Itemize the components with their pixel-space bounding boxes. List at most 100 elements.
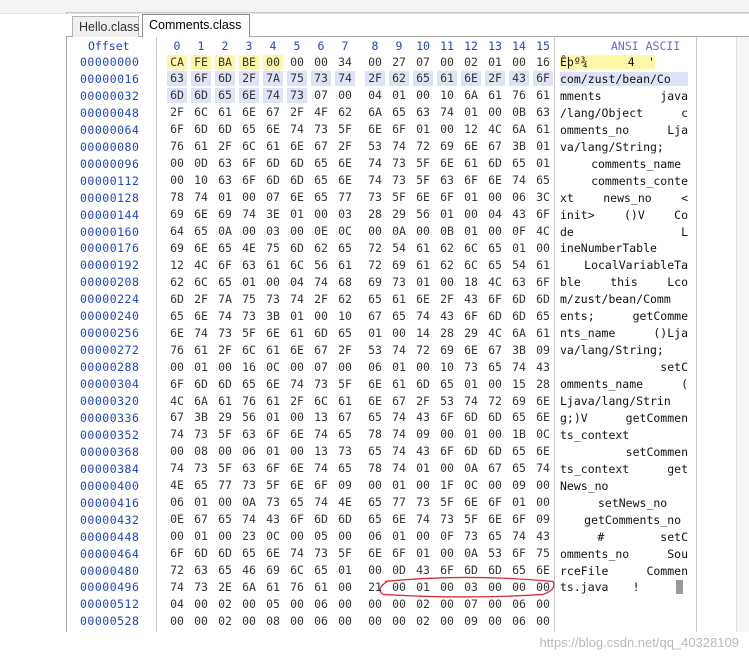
hex-byte[interactable]: 72 — [365, 258, 385, 273]
hex-byte[interactable]: 65 — [365, 444, 385, 459]
hex-byte[interactable]: 74 — [311, 427, 331, 442]
hex-byte[interactable]: 5F — [215, 427, 235, 442]
hex-byte[interactable]: 4E — [239, 241, 259, 256]
hex-byte[interactable]: 09 — [533, 343, 553, 358]
hex-byte[interactable]: 62 — [437, 258, 457, 273]
hex-byte[interactable]: 74 — [191, 326, 211, 341]
hex-byte[interactable]: 65 — [239, 377, 259, 392]
hex-byte[interactable]: 10 — [191, 173, 211, 188]
hex-byte[interactable]: 74 — [437, 105, 457, 120]
hex-byte[interactable]: 6D — [167, 88, 187, 104]
hex-byte[interactable]: 53 — [365, 139, 385, 154]
hex-byte[interactable]: 78 — [365, 461, 385, 476]
hex-byte[interactable]: 6E — [263, 377, 283, 392]
hex-byte[interactable]: 00 — [365, 478, 385, 493]
hex-byte[interactable]: 00 — [389, 614, 409, 629]
hex-byte[interactable]: 74 — [215, 309, 235, 324]
hex-byte[interactable]: 6D — [287, 156, 307, 171]
hex-byte[interactable]: 10 — [437, 360, 457, 375]
hex-byte[interactable]: 00 — [437, 461, 457, 476]
hex-byte[interactable]: 74 — [335, 71, 355, 87]
hex-byte[interactable]: 6D — [461, 410, 481, 425]
hex-byte[interactable]: 07 — [461, 597, 481, 612]
ascii-text[interactable]: ts_context — [560, 428, 688, 442]
hex-byte[interactable]: 01 — [365, 326, 385, 341]
hex-byte[interactable]: 00 — [437, 597, 457, 612]
hex-byte[interactable]: 0D — [191, 156, 211, 171]
hex-byte[interactable]: 6D — [287, 173, 307, 188]
hex-byte[interactable]: 4E — [167, 478, 187, 493]
hex-byte[interactable]: 00 — [263, 54, 283, 70]
hex-byte[interactable]: 29 — [215, 410, 235, 425]
hex-byte[interactable]: 04 — [287, 275, 307, 290]
hex-byte[interactable]: 00 — [335, 597, 355, 612]
hex-byte[interactable]: 65 — [335, 326, 355, 341]
hex-byte[interactable]: 00 — [287, 360, 307, 375]
hex-byte[interactable]: 34 — [335, 55, 355, 70]
hex-byte[interactable]: 00 — [485, 190, 505, 205]
ascii-text[interactable]: /lang/Object c — [560, 106, 688, 120]
hex-byte[interactable]: 6F — [389, 122, 409, 137]
hex-byte[interactable]: 00 — [533, 495, 553, 510]
hex-byte[interactable]: 74 — [311, 275, 331, 290]
hex-byte[interactable]: 73 — [461, 360, 481, 375]
hex-byte[interactable]: 6D — [191, 122, 211, 137]
hex-byte[interactable]: 67 — [263, 105, 283, 120]
hex-byte[interactable]: 00 — [167, 173, 187, 188]
hex-byte[interactable]: 65 — [311, 173, 331, 188]
ascii-text[interactable]: mments java — [560, 89, 688, 103]
hex-byte[interactable]: 61 — [533, 88, 553, 103]
ascii-text[interactable]: comments_conte — [560, 174, 688, 188]
hex-byte[interactable]: 73 — [215, 326, 235, 341]
hex-byte[interactable]: 21 — [365, 580, 385, 595]
hex-byte[interactable]: 65 — [509, 444, 529, 459]
hex-byte[interactable]: 65 — [389, 105, 409, 120]
hex-byte[interactable]: 75 — [287, 71, 307, 87]
hex-byte[interactable]: 02 — [413, 614, 433, 629]
hex-byte[interactable]: 65 — [485, 258, 505, 273]
hex-byte[interactable]: 6E — [461, 139, 481, 154]
hex-byte[interactable]: 00 — [167, 529, 187, 544]
hex-byte[interactable]: 00 — [239, 190, 259, 205]
hex-byte[interactable]: 6C — [311, 394, 331, 409]
hex-byte[interactable]: 72 — [365, 241, 385, 256]
hex-byte[interactable]: 00 — [365, 597, 385, 612]
hex-byte[interactable]: FE — [191, 54, 211, 70]
hex-byte[interactable]: 00 — [311, 309, 331, 324]
hex-byte[interactable]: 00 — [437, 122, 457, 137]
hex-byte[interactable]: 69 — [437, 139, 457, 154]
hex-byte[interactable]: 6E — [191, 207, 211, 222]
hex-byte[interactable]: 28 — [365, 207, 385, 222]
hex-byte[interactable]: 6C — [287, 563, 307, 578]
hex-byte[interactable]: 46 — [239, 563, 259, 578]
hex-byte[interactable]: 3B — [509, 343, 529, 358]
hex-byte[interactable]: 09 — [413, 427, 433, 442]
hex-byte[interactable]: 6D — [485, 563, 505, 578]
ascii-text[interactable]: rceFile Commen — [560, 564, 688, 578]
ascii-text[interactable]: ts.java ! — [560, 580, 688, 594]
hex-byte[interactable]: 01 — [413, 580, 433, 595]
hex-byte[interactable]: 61 — [215, 105, 235, 120]
hex-byte[interactable]: 2F — [287, 394, 307, 409]
hex-byte[interactable]: 74 — [287, 546, 307, 561]
hex-byte[interactable]: 69 — [167, 207, 187, 222]
hex-byte[interactable]: 65 — [365, 410, 385, 425]
ascii-text[interactable]: ble this Lco — [560, 275, 688, 289]
tab-comments-class[interactable]: Comments.class — [142, 14, 250, 38]
hex-byte[interactable]: 05 — [311, 529, 331, 544]
hex-byte[interactable]: 56 — [239, 410, 259, 425]
hex-byte[interactable]: 61 — [311, 580, 331, 595]
hex-byte[interactable]: 01 — [413, 461, 433, 476]
ascii-text[interactable]: ts_context get — [560, 462, 688, 476]
hex-byte[interactable]: 61 — [389, 377, 409, 392]
hex-byte[interactable]: 00 — [437, 546, 457, 561]
hex-byte[interactable]: 00 — [365, 614, 385, 629]
hex-byte[interactable]: 00 — [287, 55, 307, 70]
hex-byte[interactable]: 65 — [215, 275, 235, 290]
hex-byte[interactable]: 65 — [335, 241, 355, 256]
hex-byte[interactable]: 61 — [263, 580, 283, 595]
hex-byte[interactable]: 00 — [287, 597, 307, 612]
hex-byte[interactable]: 61 — [263, 343, 283, 358]
hex-byte[interactable]: 5F — [239, 326, 259, 341]
hex-byte[interactable]: 6E — [533, 394, 553, 409]
